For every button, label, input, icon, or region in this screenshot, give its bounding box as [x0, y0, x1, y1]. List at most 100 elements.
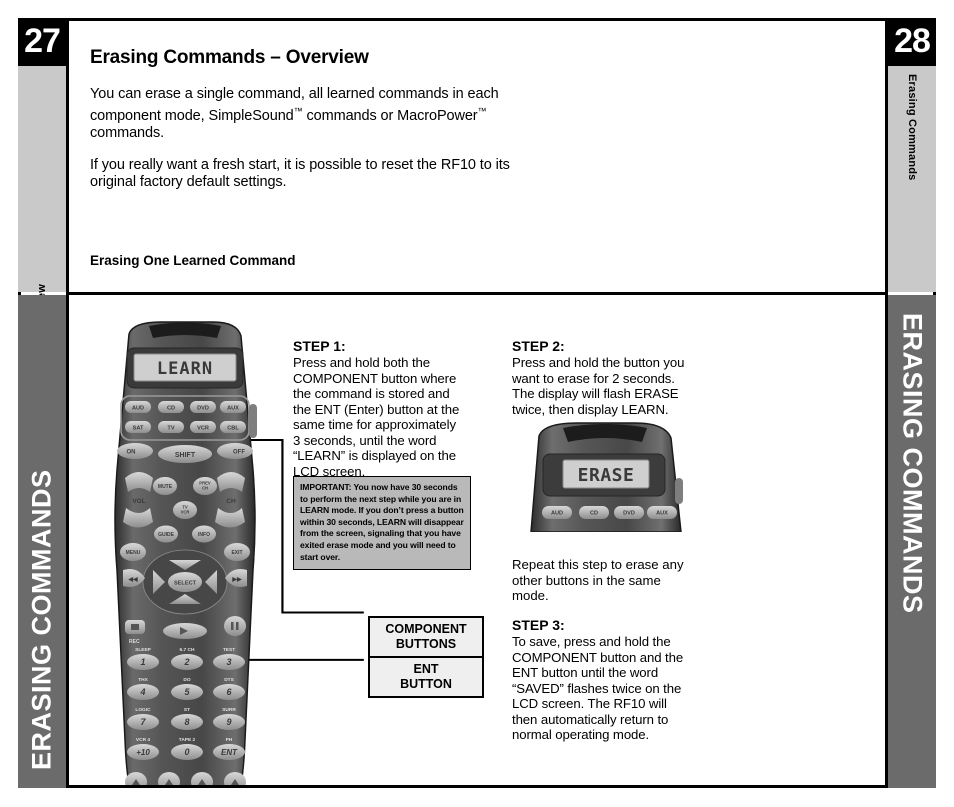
svg-text:SAT: SAT — [133, 425, 144, 431]
svg-text:SHIFT: SHIFT — [175, 452, 196, 459]
vertical-rule-left-top — [66, 18, 69, 295]
svg-text:LOGIC: LOGIC — [135, 707, 151, 713]
step-3-block: STEP 3: To save, press and hold the COMP… — [512, 617, 694, 743]
remote-lcd-text-erase: ERASE — [578, 465, 635, 486]
remote-big-svg: LEARN AUD CD DVD AUX SAT TV VCR CBL ON S… — [114, 321, 257, 785]
callout-component-line2: BUTTONS — [395, 636, 457, 651]
svg-text:PH: PH — [226, 737, 233, 743]
svg-text:TAPE 2: TAPE 2 — [179, 737, 196, 743]
svg-text:3: 3 — [226, 657, 231, 667]
remote-key-cbl: CBL — [220, 421, 246, 433]
svg-text:CD: CD — [590, 511, 598, 517]
overview-block: Erasing Commands – Overview You can eras… — [90, 47, 520, 206]
page-spread: 27 28 Erasing Commands - Overview Erasin… — [18, 18, 936, 788]
trademark-icon-2: ™ — [477, 106, 487, 116]
svg-text:6.7 CH: 6.7 CH — [180, 647, 195, 653]
important-note-label: IMPORTANT: — [300, 482, 352, 492]
svg-text:TV: TV — [167, 425, 174, 431]
svg-text:1: 1 — [140, 657, 145, 667]
svg-text:CH: CH — [202, 486, 208, 491]
svg-text:SELECT: SELECT — [174, 581, 197, 587]
page-number-left: 27 — [18, 18, 66, 66]
svg-text:AUX: AUX — [656, 511, 668, 517]
top-tab-right-label: Erasing Commands — [906, 74, 918, 181]
remote-small-key-dvd: DVD — [614, 506, 644, 519]
svg-text:0: 0 — [184, 747, 189, 757]
svg-text:SURR: SURR — [222, 707, 236, 713]
remote-key-info: INFO — [192, 525, 216, 543]
section-subheading: Erasing One Learned Command — [90, 253, 296, 268]
svg-text:AUX: AUX — [227, 405, 239, 411]
remote-key-prev-ch: PREVCH — [193, 477, 217, 495]
svg-text:ENT: ENT — [221, 748, 238, 757]
step-2-repeat-text: Repeat this step to erase any other butt… — [512, 557, 684, 603]
overview-p1-c: commands. — [90, 124, 165, 141]
remote-small-key-aux: AUX — [647, 506, 677, 519]
svg-text:VCR: VCR — [197, 425, 209, 431]
remote-key-on: ON — [117, 443, 153, 459]
big-tab-left: ERASING COMMANDS — [18, 295, 66, 788]
big-tab-right: ERASING COMMANDS — [888, 295, 936, 788]
remote-key-cd: CD — [158, 401, 184, 413]
callout-ent-line1: ENT — [413, 662, 439, 676]
overview-p1-b: commands or MacroPower — [302, 107, 478, 124]
remote-key-aud: AUD — [125, 401, 151, 413]
overview-paragraph-1: You can erase a single command, all lear… — [90, 86, 520, 142]
page-number-right: 28 — [888, 18, 936, 66]
callout-ent-line2: BUTTON — [400, 676, 452, 691]
remote-lcd-text-main: LEARN — [157, 359, 213, 379]
important-note-box: IMPORTANT: You now have 30 seconds to pe… — [293, 476, 471, 571]
step-2-title: STEP 2: — [512, 338, 565, 354]
svg-text:◀◀: ◀◀ — [127, 576, 138, 583]
step-2-block: STEP 2: Press and hold the button you wa… — [512, 338, 692, 417]
remote-small-key-cd: CD — [579, 506, 609, 519]
remote-control-illustration-main: LEARN AUD CD DVD AUX SAT TV VCR CBL ON S… — [103, 320, 267, 785]
svg-text:INFO: INFO — [198, 532, 210, 538]
svg-text:4: 4 — [139, 687, 145, 697]
remote-key-shift: SHIFT — [158, 445, 212, 463]
svg-text:SLEEP: SLEEP — [135, 647, 152, 653]
svg-text:CH: CH — [226, 498, 236, 505]
top-tab-left: Erasing Commands - Overview — [18, 66, 66, 451]
remote-key-vcr: VCR — [190, 421, 216, 433]
remote-small-svg: ERASE AUD CD DVD AUX — [530, 422, 683, 533]
remote-key-pause — [224, 616, 246, 636]
svg-text:DVD: DVD — [197, 405, 209, 411]
svg-text:MUTE: MUTE — [158, 484, 173, 490]
remote-key-menu: MENU — [120, 543, 146, 561]
svg-text:GUIDE: GUIDE — [158, 532, 175, 538]
page-title: Erasing Commands – Overview — [90, 47, 369, 68]
remote-key-aux: AUX — [220, 401, 246, 413]
step-1-block: STEP 1: Press and hold both the COMPONEN… — [293, 338, 465, 479]
svg-text:ST: ST — [184, 707, 190, 713]
remote-control-illustration-erase: ERASE AUD CD DVD AUX — [515, 420, 695, 533]
step-2-body: Press and hold the button you want to er… — [512, 355, 685, 417]
remote-key-guide: GUIDE — [154, 525, 178, 543]
svg-text:ON: ON — [127, 450, 136, 456]
remote-key-off: OFF — [217, 443, 253, 459]
big-tab-left-label: ERASING COMMANDS — [26, 469, 57, 770]
callout-box-group: COMPONENT BUTTONS ENT BUTTON — [368, 616, 484, 698]
svg-text:CBL: CBL — [227, 425, 239, 431]
svg-text:AUD: AUD — [551, 511, 563, 517]
callout-component-buttons: COMPONENT BUTTONS — [368, 616, 484, 658]
svg-text:AUD: AUD — [132, 405, 144, 411]
svg-text:MENU: MENU — [126, 550, 141, 556]
remote-key-sat: SAT — [125, 421, 151, 433]
svg-text:VOL: VOL — [132, 498, 145, 505]
svg-text:DTS: DTS — [224, 677, 234, 683]
remote-key-tv-vcr: TVVCR — [173, 501, 197, 519]
remote-key-mute: MUTE — [153, 477, 177, 495]
big-tab-right-label: ERASING COMMANDS — [897, 313, 928, 614]
important-note-body: You now have 30 seconds to perform the n… — [300, 482, 464, 562]
callout-component-line1: COMPONENT — [385, 622, 467, 636]
horizontal-divider-rule — [66, 292, 888, 295]
overview-paragraph-2: If you really want a fresh start, it is … — [90, 156, 510, 190]
remote-key-exit: EXIT — [224, 543, 250, 561]
remote-small-key-aud: AUD — [542, 506, 572, 519]
lower-content-region: LEARN AUD CD DVD AUX SAT TV VCR CBL ON S… — [69, 295, 885, 785]
svg-text:DVD: DVD — [623, 511, 635, 517]
svg-text:TEST: TEST — [223, 647, 235, 653]
svg-text:OFF: OFF — [233, 450, 245, 456]
svg-text:DO: DO — [183, 677, 190, 683]
